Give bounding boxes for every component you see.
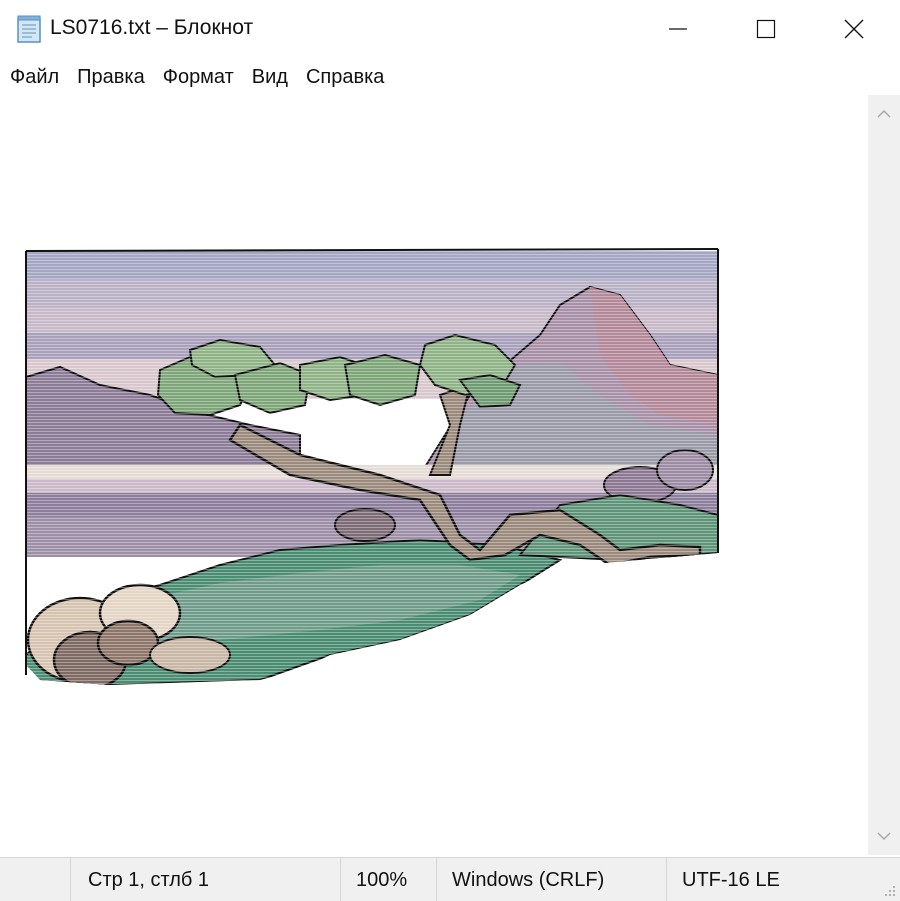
menu-file[interactable]: Файл bbox=[0, 66, 68, 89]
text-editor[interactable] bbox=[0, 95, 868, 855]
close-icon bbox=[844, 19, 864, 39]
minimize-icon bbox=[669, 28, 687, 30]
window-title: LS0716.txt – Блокнот bbox=[50, 16, 254, 39]
status-separator bbox=[436, 858, 437, 901]
notepad-icon bbox=[17, 15, 41, 43]
maximize-icon bbox=[756, 19, 776, 39]
status-separator bbox=[666, 858, 667, 901]
menu-help[interactable]: Справка bbox=[297, 66, 393, 89]
status-line-endings: Windows (CRLF) bbox=[452, 869, 605, 891]
close-button[interactable] bbox=[808, 0, 900, 58]
ascii-art-landscape bbox=[25, 248, 719, 685]
status-bar: Стр 1, стлб 1 100% Windows (CRLF) UTF-16… bbox=[0, 857, 900, 901]
scroll-up-icon[interactable] bbox=[877, 109, 891, 119]
maximize-button[interactable] bbox=[720, 0, 812, 58]
menu-edit[interactable]: Правка bbox=[68, 66, 154, 89]
menu-bar: Файл Правка Формат Вид Справка bbox=[0, 60, 900, 94]
vertical-scrollbar[interactable] bbox=[868, 95, 900, 855]
title-bar: LS0716.txt – Блокнот bbox=[0, 0, 900, 58]
scroll-down-icon[interactable] bbox=[877, 831, 891, 841]
menu-view[interactable]: Вид bbox=[243, 66, 297, 89]
status-position: Стр 1, стлб 1 bbox=[88, 869, 210, 891]
status-separator bbox=[70, 858, 71, 901]
minimize-button[interactable] bbox=[632, 0, 724, 58]
resize-grip-icon[interactable] bbox=[882, 883, 896, 897]
status-separator bbox=[340, 858, 341, 901]
status-encoding: UTF-16 LE bbox=[682, 869, 780, 891]
status-zoom: 100% bbox=[356, 869, 408, 891]
menu-format[interactable]: Формат bbox=[154, 66, 243, 89]
